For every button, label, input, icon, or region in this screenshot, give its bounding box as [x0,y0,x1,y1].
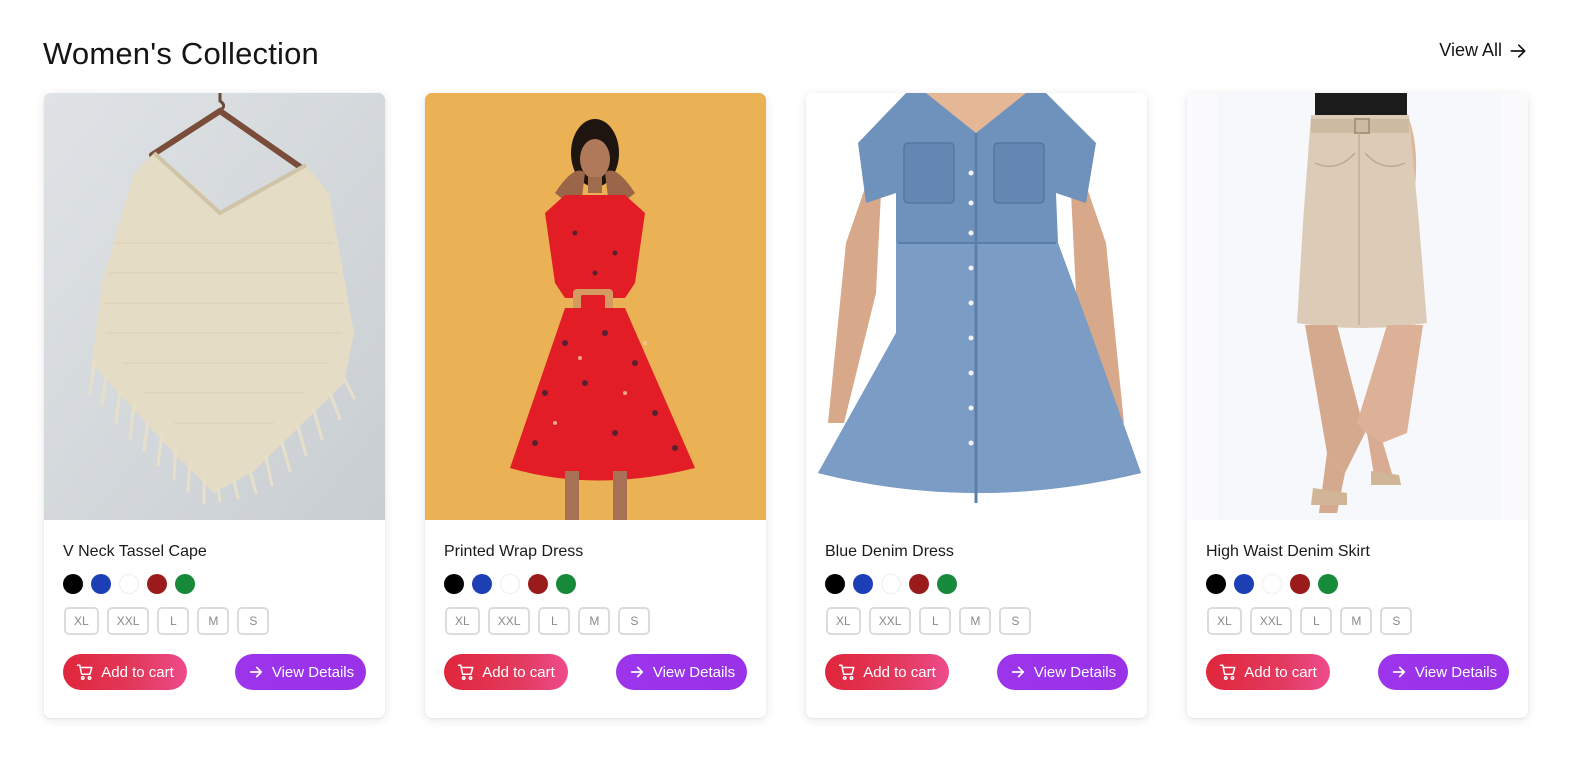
product-card: Printed Wrap Dress XL XXL L M S Add to c… [425,93,766,718]
arrow-right-icon [630,666,643,678]
size-option[interactable]: XXL [487,607,531,635]
view-details-button[interactable]: View Details [997,654,1128,690]
size-options: XL XXL L M S [445,607,651,635]
product-image[interactable] [806,93,1147,520]
view-details-button[interactable]: View Details [235,654,366,690]
product-image[interactable] [1187,93,1528,520]
color-swatch-blue[interactable] [853,574,873,594]
product-grid: V Neck Tassel Cape XL XXL L M S Add to c… [44,93,1528,718]
arrow-right-icon [1510,43,1526,58]
color-swatch-red[interactable] [528,574,548,594]
size-option[interactable]: L [538,607,571,635]
color-swatch-blue[interactable] [91,574,111,594]
size-option[interactable]: XXL [868,607,912,635]
product-name: High Waist Denim Skirt [1206,543,1370,560]
add-to-cart-button[interactable]: Add to cart [63,654,187,690]
color-swatches [825,574,957,594]
size-option[interactable]: L [157,607,190,635]
view-details-label: View Details [1414,663,1498,681]
add-to-cart-button[interactable]: Add to cart [1206,654,1330,690]
size-options: XL XXL L M S [64,607,270,635]
view-all-link[interactable]: View All [1439,40,1528,61]
cart-icon [76,664,93,680]
size-option[interactable]: S [1380,607,1413,635]
product-card: Blue Denim Dress XL XXL L M S Add to car… [806,93,1147,718]
arrow-right-icon [1392,666,1405,678]
color-swatch-red[interactable] [1290,574,1310,594]
size-option[interactable]: S [999,607,1032,635]
add-to-cart-label: Add to cart [482,663,555,681]
color-swatch-green[interactable] [937,574,957,594]
size-option[interactable]: M [959,607,992,635]
view-details-label: View Details [271,663,355,681]
add-to-cart-button[interactable]: Add to cart [444,654,568,690]
color-swatches [1206,574,1338,594]
size-option[interactable]: XL [1207,607,1242,635]
add-to-cart-button[interactable]: Add to cart [825,654,949,690]
product-name: V Neck Tassel Cape [63,543,207,560]
color-swatch-white[interactable] [119,574,139,594]
arrow-right-icon [1011,666,1024,678]
product-image[interactable] [44,93,385,520]
color-swatch-green[interactable] [175,574,195,594]
size-option[interactable]: L [919,607,952,635]
add-to-cart-label: Add to cart [863,663,936,681]
color-swatches [444,574,576,594]
product-card: High Waist Denim Skirt XL XXL L M S Add … [1187,93,1528,718]
cart-icon [838,664,855,680]
add-to-cart-label: Add to cart [101,663,174,681]
view-all-label: View All [1439,40,1502,60]
color-swatch-white[interactable] [1262,574,1282,594]
color-swatch-red[interactable] [909,574,929,594]
size-option[interactable]: M [197,607,230,635]
section-title: Women's Collection [43,36,320,71]
color-swatch-black[interactable] [63,574,83,594]
size-options: XL XXL L M S [826,607,1032,635]
color-swatch-red[interactable] [147,574,167,594]
product-image[interactable] [425,93,766,520]
color-swatch-white[interactable] [881,574,901,594]
view-details-button[interactable]: View Details [1378,654,1509,690]
size-option[interactable]: XXL [106,607,150,635]
product-name: Blue Denim Dress [825,543,954,560]
arrow-right-icon [249,666,262,678]
size-option[interactable]: M [1340,607,1373,635]
size-option[interactable]: M [578,607,611,635]
size-option[interactable]: S [618,607,651,635]
color-swatch-blue[interactable] [472,574,492,594]
cart-icon [457,664,474,680]
size-option[interactable]: XXL [1249,607,1293,635]
color-swatches [63,574,195,594]
color-swatch-black[interactable] [444,574,464,594]
add-to-cart-label: Add to cart [1244,663,1317,681]
size-options: XL XXL L M S [1207,607,1413,635]
size-option[interactable]: XL [826,607,861,635]
view-details-label: View Details [652,663,736,681]
product-name: Printed Wrap Dress [444,543,584,560]
product-card: V Neck Tassel Cape XL XXL L M S Add to c… [44,93,385,718]
color-swatch-blue[interactable] [1234,574,1254,594]
size-option[interactable]: XL [64,607,99,635]
view-details-button[interactable]: View Details [616,654,747,690]
color-swatch-white[interactable] [500,574,520,594]
size-option[interactable]: L [1300,607,1333,635]
color-swatch-green[interactable] [556,574,576,594]
size-option[interactable]: S [237,607,270,635]
color-swatch-black[interactable] [1206,574,1226,594]
womens-collection-section: Women's Collection View All V Neck Tasse… [0,0,1581,765]
color-swatch-black[interactable] [825,574,845,594]
size-option[interactable]: XL [445,607,480,635]
color-swatch-green[interactable] [1318,574,1338,594]
cart-icon [1219,664,1236,680]
view-details-label: View Details [1033,663,1117,681]
